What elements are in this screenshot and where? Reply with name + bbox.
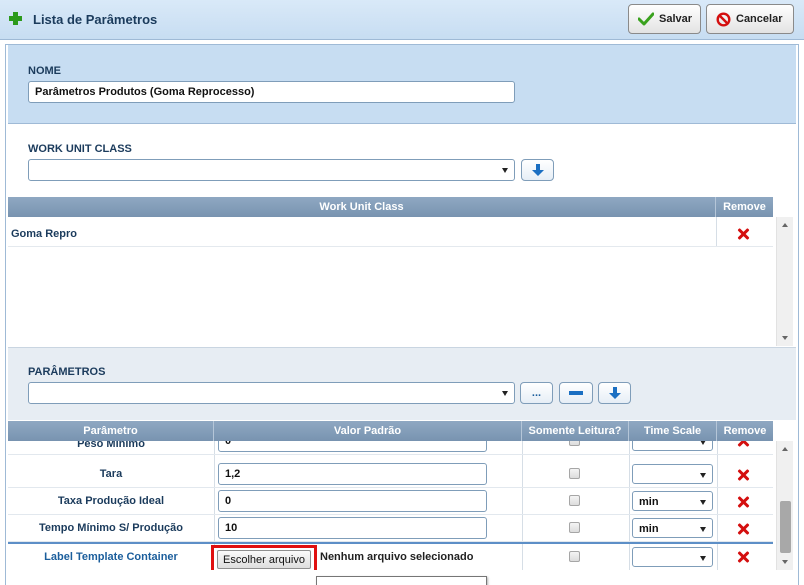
nome-input[interactable]	[28, 81, 515, 103]
plus-icon	[9, 12, 22, 25]
table-row[interactable]: Label Template Container Escolher arquiv…	[8, 542, 773, 570]
nome-label: NOME	[28, 65, 61, 77]
scroll-up-icon[interactable]	[782, 223, 788, 227]
remove-parameter-button[interactable]	[559, 382, 593, 404]
parametros-grid-header: Parâmetro Valor Padrão Somente Leitura? …	[8, 421, 773, 441]
dialog-header: Lista de Parâmetros Salvar Cancelar	[0, 0, 804, 40]
choose-file-button[interactable]: Escolher arquivo	[217, 550, 311, 569]
cancel-button[interactable]: Cancelar	[706, 4, 794, 34]
read-only-checkbox[interactable]	[569, 495, 580, 506]
minus-icon	[569, 391, 583, 395]
time-scale-select[interactable]	[632, 547, 713, 567]
chevron-down-icon	[700, 500, 706, 505]
tooltip	[316, 576, 487, 585]
time-scale-select[interactable]	[632, 464, 713, 484]
chevron-down-icon	[700, 441, 706, 445]
chevron-down-icon	[502, 391, 508, 396]
add-parameter-button[interactable]	[598, 382, 631, 404]
work-unit-scrollbar[interactable]	[776, 217, 793, 346]
remove-icon[interactable]	[737, 551, 749, 563]
arrow-down-icon	[608, 386, 621, 399]
ellipsis-label: ...	[531, 387, 542, 399]
remove-icon[interactable]	[737, 469, 749, 481]
chevron-down-icon	[700, 473, 706, 478]
scroll-down-icon[interactable]	[782, 560, 788, 564]
somente-leitura-column-header: Somente Leitura?	[522, 421, 629, 441]
arrow-down-icon	[531, 163, 544, 176]
parameter-name: Taxa Produção Ideal	[57, 495, 165, 507]
cancel-label: Cancelar	[736, 13, 783, 25]
table-row[interactable]: Peso Mínimo	[8, 441, 773, 455]
parameter-name: Label Template Container	[44, 551, 178, 563]
file-input-highlight: Escolher arquivo	[211, 545, 317, 570]
default-value-input[interactable]	[218, 490, 487, 512]
time-scale-value: min	[639, 496, 659, 508]
remove-icon[interactable]	[737, 228, 749, 240]
read-only-checkbox[interactable]	[569, 551, 580, 562]
read-only-checkbox[interactable]	[569, 441, 580, 446]
remove-icon[interactable]	[737, 441, 749, 447]
parametros-scrollbar[interactable]	[776, 441, 793, 570]
chevron-down-icon	[700, 556, 706, 561]
remove-icon[interactable]	[737, 523, 749, 535]
parameter-name: Tempo Mínimo S/ Produção	[38, 522, 184, 534]
remove-column-header: Remove	[723, 201, 766, 213]
table-row[interactable]: Taxa Produção Ideal min	[8, 488, 773, 515]
work-unit-class-name: Goma Repro	[11, 228, 78, 240]
dialog-title: Lista de Parâmetros	[33, 12, 158, 27]
parameter-name: Tara	[99, 468, 123, 480]
save-label: Salvar	[659, 13, 693, 25]
chevron-down-icon	[502, 168, 508, 173]
add-work-unit-button[interactable]	[521, 159, 554, 181]
parameter-name: Peso Mínimo	[77, 441, 145, 450]
default-value-input[interactable]	[218, 463, 487, 485]
table-row[interactable]: Tara	[8, 461, 773, 488]
file-status-text: Nenhum arquivo selecionado	[320, 551, 474, 563]
time-scale-value: min	[639, 523, 659, 535]
read-only-checkbox[interactable]	[569, 468, 580, 479]
time-scale-select[interactable]: min	[632, 518, 713, 538]
save-button[interactable]: Salvar	[628, 4, 701, 34]
parametros-label: PARÂMETROS	[28, 366, 106, 378]
chevron-down-icon	[700, 527, 706, 532]
parametros-grid-body: Peso Mínimo Tara Taxa Produção Ideal min…	[8, 441, 773, 570]
default-value-input[interactable]	[218, 441, 487, 452]
check-icon	[638, 12, 654, 26]
valor-padrao-column-header: Valor Padrão	[214, 421, 522, 441]
work-unit-class-column-header: Work Unit Class	[8, 197, 716, 217]
work-unit-grid-header: Work Unit Class Remove	[8, 197, 773, 217]
work-unit-class-select[interactable]	[28, 159, 515, 181]
remove-column-header: Remove	[723, 425, 767, 437]
default-value-input[interactable]	[218, 517, 487, 539]
prohibited-icon	[716, 11, 731, 27]
remove-icon[interactable]	[737, 496, 749, 508]
table-row[interactable]: Tempo Mínimo S/ Produção min	[8, 515, 773, 542]
scroll-up-icon[interactable]	[782, 447, 788, 451]
parametros-select[interactable]	[28, 382, 515, 404]
read-only-checkbox[interactable]	[569, 522, 580, 533]
time-scale-column-header: Time Scale	[629, 421, 717, 441]
work-unit-class-label: WORK UNIT CLASS	[28, 143, 132, 155]
scroll-down-icon[interactable]	[782, 336, 788, 340]
browse-parameter-button[interactable]: ...	[520, 382, 553, 404]
time-scale-select[interactable]: min	[632, 491, 713, 511]
table-row[interactable]: Goma Repro	[8, 220, 773, 247]
time-scale-select[interactable]	[632, 441, 713, 451]
scroll-thumb[interactable]	[780, 501, 791, 553]
parametro-column-header: Parâmetro	[8, 421, 214, 441]
